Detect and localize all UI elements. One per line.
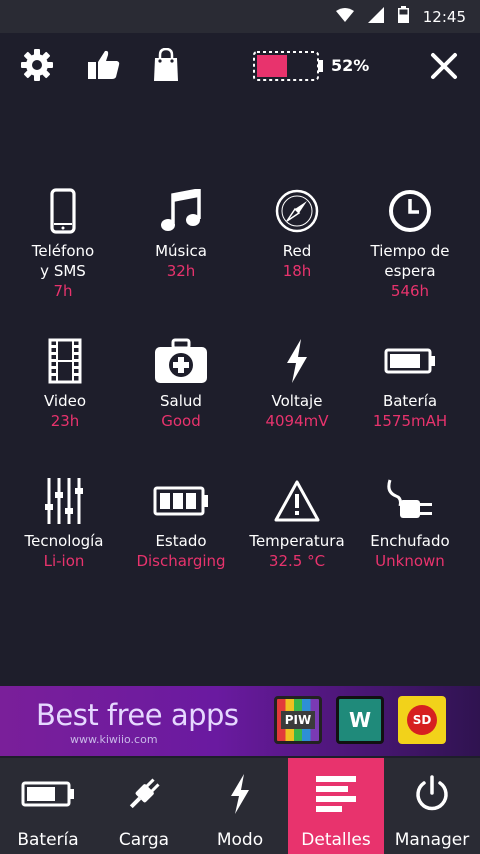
stat-label: Tecnología xyxy=(24,532,104,550)
stat-value: 32.5 °C xyxy=(268,552,326,570)
stat-label: Enchufado xyxy=(370,532,450,550)
stat-value: 18h xyxy=(282,262,312,280)
ad-app-w[interactable]: W xyxy=(336,696,384,744)
stat-value: Discharging xyxy=(136,552,226,570)
like-button[interactable] xyxy=(86,49,122,85)
stat-value: 4094mV xyxy=(265,412,329,430)
stat-video: Video 23h xyxy=(5,335,125,431)
nav-modo[interactable]: Modo xyxy=(192,758,288,854)
stat-value: 23h xyxy=(50,412,80,430)
ad-banner[interactable]: Best free apps www.kiwiio.com PIW W SD xyxy=(0,686,480,756)
stat-music: Música 32h xyxy=(121,185,241,281)
warning-icon xyxy=(274,480,320,526)
stat-battery: Batería 1575mAH xyxy=(350,335,470,431)
stat-value: 1575mAH xyxy=(372,412,448,430)
stat-technology: Tecnología Li-ion xyxy=(4,475,124,571)
phone-icon xyxy=(50,188,76,238)
ad-app-label: PIW xyxy=(280,711,316,729)
stat-label: Tiempo de espera xyxy=(370,242,450,280)
ad-title: Best free apps xyxy=(36,698,239,732)
nav-detalles[interactable]: Detalles xyxy=(288,758,384,854)
stat-label: Estado xyxy=(155,532,207,550)
stat-value: 546h xyxy=(390,282,430,300)
ad-app-piw[interactable]: PIW xyxy=(274,696,322,744)
shopping-bag-icon xyxy=(153,47,179,86)
stat-value: Li-ion xyxy=(43,552,85,570)
battery-percent: 52% xyxy=(331,56,370,75)
stat-phone: Teléfono y SMS 7h xyxy=(3,185,123,301)
bottom-nav: Batería Carga Modo Detalles Manager xyxy=(0,758,480,854)
ad-app-label: W xyxy=(348,708,372,732)
stat-value: 32h xyxy=(166,262,196,280)
sliders-icon xyxy=(45,478,83,528)
status-time: 12:45 xyxy=(422,7,466,26)
top-bar xyxy=(0,33,480,103)
stat-value: 7h xyxy=(53,282,73,300)
stat-label: Temperatura xyxy=(249,532,345,550)
stat-health: Salud Good xyxy=(121,335,241,431)
stat-standby: Tiempo de espera 546h xyxy=(350,185,470,301)
stat-label: Batería xyxy=(382,392,438,410)
thumbs-up-icon xyxy=(87,49,121,85)
nav-label: Manager xyxy=(394,830,470,850)
film-icon xyxy=(48,338,82,388)
stat-voltage: Voltaje 4094mV xyxy=(237,335,357,431)
status-bar: 12:45 xyxy=(0,0,480,33)
nav-label: Detalles xyxy=(301,830,371,850)
stat-label: Red xyxy=(282,242,312,260)
close-button[interactable] xyxy=(426,50,462,86)
nav-label: Carga xyxy=(118,830,170,850)
stat-temperature: Temperatura 32.5 °C xyxy=(237,475,357,571)
stat-value: Unknown xyxy=(375,552,445,570)
stat-plugged: Enchufado Unknown xyxy=(350,475,470,571)
nav-bateria[interactable]: Batería xyxy=(0,758,96,854)
nav-manager[interactable]: Manager xyxy=(384,758,480,854)
stat-status: Estado Discharging xyxy=(121,475,241,571)
lightning-icon xyxy=(285,339,309,387)
health-kit-icon xyxy=(154,338,208,388)
status-battery-icon xyxy=(397,6,409,27)
plug-icon xyxy=(386,478,434,528)
close-icon xyxy=(430,52,458,84)
wifi-icon xyxy=(335,7,354,26)
ad-app-label: SD xyxy=(407,705,437,735)
compass-icon xyxy=(275,189,319,237)
stat-label: Salud xyxy=(160,392,202,410)
shop-button[interactable] xyxy=(148,47,184,86)
ad-app-sd[interactable]: SD xyxy=(398,696,446,744)
stat-value: Good xyxy=(161,412,201,430)
power-icon xyxy=(414,775,450,817)
nav-carga[interactable]: Carga xyxy=(96,758,192,854)
ad-url: www.kiwiio.com xyxy=(70,733,158,746)
lightning-icon xyxy=(229,774,251,818)
stat-label: Voltaje xyxy=(271,392,323,410)
stat-network: Red 18h xyxy=(237,185,357,281)
signal-icon xyxy=(367,6,384,27)
battery-full-icon xyxy=(153,486,209,520)
stat-label: Música xyxy=(155,242,207,260)
gear-icon xyxy=(20,48,54,86)
settings-button[interactable] xyxy=(19,49,55,85)
battery-icon xyxy=(21,781,75,811)
battery-icon xyxy=(384,348,436,378)
plug-icon xyxy=(126,774,162,818)
battery-level-indicator xyxy=(253,50,325,86)
stat-label: Teléfono y SMS xyxy=(31,242,95,280)
nav-label: Modo xyxy=(216,830,264,850)
music-icon xyxy=(161,187,201,237)
clock-icon xyxy=(388,189,432,237)
nav-label: Batería xyxy=(17,830,79,850)
stat-label: Video xyxy=(43,392,87,410)
list-icon xyxy=(316,776,356,816)
